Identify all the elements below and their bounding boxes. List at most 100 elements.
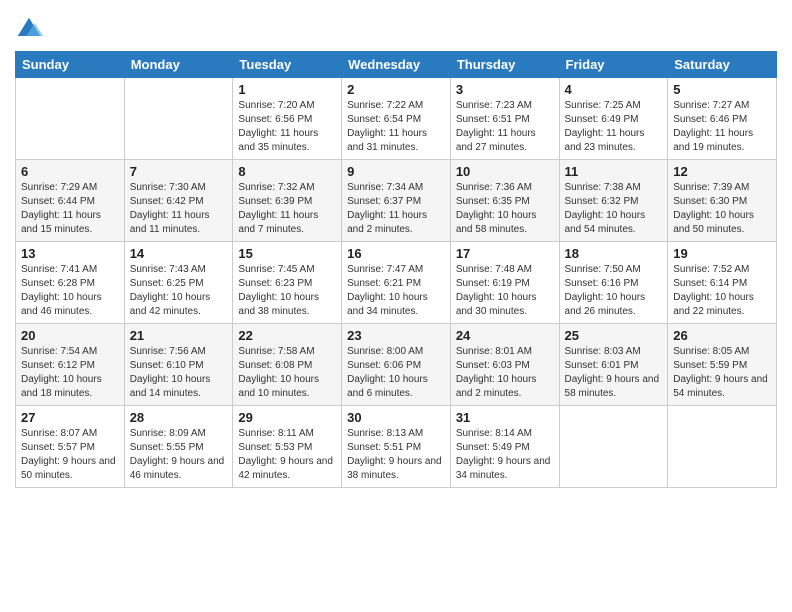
day-info: Sunrise: 8:07 AMSunset: 5:57 PMDaylight:… [21, 427, 119, 483]
day-info: Sunrise: 7:23 AMSunset: 6:51 PMDaylight:… [456, 99, 554, 155]
week-row-3: 13 Sunrise: 7:41 AMSunset: 6:28 PMDayligh… [16, 242, 777, 324]
day-number: 3 [456, 82, 554, 97]
header [15, 10, 777, 43]
day-info: Sunrise: 7:45 AMSunset: 6:23 PMDaylight:… [238, 263, 336, 319]
day-info: Sunrise: 7:39 AMSunset: 6:30 PMDaylight:… [673, 181, 771, 237]
day-info: Sunrise: 8:13 AMSunset: 5:51 PMDaylight:… [347, 427, 445, 483]
day-cell: 1 Sunrise: 7:20 AMSunset: 6:56 PMDaylight… [233, 78, 342, 160]
day-cell: 23 Sunrise: 8:00 AMSunset: 6:06 PMDayligh… [342, 324, 451, 406]
day-info: Sunrise: 8:14 AMSunset: 5:49 PMDaylight:… [456, 427, 554, 483]
day-info: Sunrise: 7:50 AMSunset: 6:16 PMDaylight:… [565, 263, 663, 319]
day-cell: 20 Sunrise: 7:54 AMSunset: 6:12 PMDayligh… [16, 324, 125, 406]
day-number: 8 [238, 164, 336, 179]
day-cell: 13 Sunrise: 7:41 AMSunset: 6:28 PMDayligh… [16, 242, 125, 324]
day-cell: 31Sunrise: 8:14 AMSunset: 5:49 PMDayligh… [450, 406, 559, 488]
day-info: Sunrise: 7:56 AMSunset: 6:10 PMDaylight:… [130, 345, 228, 401]
day-cell: 28 Sunrise: 8:09 AMSunset: 5:55 PMDayligh… [124, 406, 233, 488]
day-cell: 6 Sunrise: 7:29 AMSunset: 6:44 PMDaylight… [16, 160, 125, 242]
day-cell: 27 Sunrise: 8:07 AMSunset: 5:57 PMDayligh… [16, 406, 125, 488]
day-number: 18 [565, 246, 663, 261]
day-cell [668, 406, 777, 488]
day-info: Sunrise: 7:48 AMSunset: 6:19 PMDaylight:… [456, 263, 554, 319]
day-info: Sunrise: 7:38 AMSunset: 6:32 PMDaylight:… [565, 181, 663, 237]
day-info: Sunrise: 8:05 AMSunset: 5:59 PMDaylight:… [673, 345, 771, 401]
header-monday: Monday [124, 52, 233, 78]
day-cell: 5 Sunrise: 7:27 AMSunset: 6:46 PMDaylight… [668, 78, 777, 160]
day-cell: 14Sunrise: 7:43 AMSunset: 6:25 PMDayligh… [124, 242, 233, 324]
day-info: Sunrise: 7:27 AMSunset: 6:46 PMDaylight:… [673, 99, 771, 155]
day-number: 28 [130, 410, 228, 425]
header-thursday: Thursday [450, 52, 559, 78]
header-sunday: Sunday [16, 52, 125, 78]
day-info: Sunrise: 7:34 AMSunset: 6:37 PMDaylight:… [347, 181, 445, 237]
day-info: Sunrise: 8:01 AMSunset: 6:03 PMDaylight:… [456, 345, 554, 401]
day-cell: 12 Sunrise: 7:39 AMSunset: 6:30 PMDayligh… [668, 160, 777, 242]
day-number: 27 [21, 410, 119, 425]
header-friday: Friday [559, 52, 668, 78]
day-number: 17 [456, 246, 554, 261]
day-info: Sunrise: 7:25 AMSunset: 6:49 PMDaylight:… [565, 99, 663, 155]
day-number: 10 [456, 164, 554, 179]
week-row-2: 6 Sunrise: 7:29 AMSunset: 6:44 PMDaylight… [16, 160, 777, 242]
day-number: 16 [347, 246, 445, 261]
day-info: Sunrise: 7:54 AMSunset: 6:12 PMDaylight:… [21, 345, 119, 401]
day-cell: 26Sunrise: 8:05 AMSunset: 5:59 PMDayligh… [668, 324, 777, 406]
calendar-header-row: SundayMondayTuesdayWednesdayThursdayFrid… [16, 52, 777, 78]
day-cell: 22 Sunrise: 7:58 AMSunset: 6:08 PMDayligh… [233, 324, 342, 406]
day-info: Sunrise: 7:30 AMSunset: 6:42 PMDaylight:… [130, 181, 228, 237]
day-info: Sunrise: 7:52 AMSunset: 6:14 PMDaylight:… [673, 263, 771, 319]
day-number: 14 [130, 246, 228, 261]
logo-icon [15, 15, 43, 43]
header-tuesday: Tuesday [233, 52, 342, 78]
day-cell: 3 Sunrise: 7:23 AMSunset: 6:51 PMDaylight… [450, 78, 559, 160]
logo [15, 15, 47, 43]
day-cell: 17 Sunrise: 7:48 AMSunset: 6:19 PMDayligh… [450, 242, 559, 324]
day-number: 6 [21, 164, 119, 179]
page: SundayMondayTuesdayWednesdayThursdayFrid… [0, 0, 792, 612]
day-info: Sunrise: 7:36 AMSunset: 6:35 PMDaylight:… [456, 181, 554, 237]
day-number: 23 [347, 328, 445, 343]
day-info: Sunrise: 7:29 AMSunset: 6:44 PMDaylight:… [21, 181, 119, 237]
day-cell: 18 Sunrise: 7:50 AMSunset: 6:16 PMDayligh… [559, 242, 668, 324]
day-info: Sunrise: 8:03 AMSunset: 6:01 PMDaylight:… [565, 345, 663, 401]
header-saturday: Saturday [668, 52, 777, 78]
day-number: 12 [673, 164, 771, 179]
day-cell: 8Sunrise: 7:32 AMSunset: 6:39 PMDaylight… [233, 160, 342, 242]
day-cell: 4 Sunrise: 7:25 AMSunset: 6:49 PMDaylight… [559, 78, 668, 160]
day-number: 1 [238, 82, 336, 97]
day-number: 4 [565, 82, 663, 97]
day-info: Sunrise: 8:00 AMSunset: 6:06 PMDaylight:… [347, 345, 445, 401]
day-info: Sunrise: 7:41 AMSunset: 6:28 PMDaylight:… [21, 263, 119, 319]
day-cell [559, 406, 668, 488]
day-number: 9 [347, 164, 445, 179]
day-number: 29 [238, 410, 336, 425]
day-cell: 2Sunrise: 7:22 AMSunset: 6:54 PMDaylight… [342, 78, 451, 160]
day-cell: 7 Sunrise: 7:30 AMSunset: 6:42 PMDaylight… [124, 160, 233, 242]
day-cell: 21 Sunrise: 7:56 AMSunset: 6:10 PMDayligh… [124, 324, 233, 406]
calendar-table: SundayMondayTuesdayWednesdayThursdayFrid… [15, 51, 777, 488]
day-number: 15 [238, 246, 336, 261]
day-cell [16, 78, 125, 160]
day-info: Sunrise: 7:58 AMSunset: 6:08 PMDaylight:… [238, 345, 336, 401]
day-cell: 30Sunrise: 8:13 AMSunset: 5:51 PMDayligh… [342, 406, 451, 488]
week-row-1: 1 Sunrise: 7:20 AMSunset: 6:56 PMDaylight… [16, 78, 777, 160]
day-number: 22 [238, 328, 336, 343]
day-number: 11 [565, 164, 663, 179]
day-number: 21 [130, 328, 228, 343]
day-cell: 10 Sunrise: 7:36 AMSunset: 6:35 PMDayligh… [450, 160, 559, 242]
week-row-4: 20 Sunrise: 7:54 AMSunset: 6:12 PMDayligh… [16, 324, 777, 406]
day-info: Sunrise: 8:09 AMSunset: 5:55 PMDaylight:… [130, 427, 228, 483]
day-number: 20 [21, 328, 119, 343]
day-cell: 24Sunrise: 8:01 AMSunset: 6:03 PMDayligh… [450, 324, 559, 406]
day-cell: 25Sunrise: 8:03 AMSunset: 6:01 PMDayligh… [559, 324, 668, 406]
day-cell: 15 Sunrise: 7:45 AMSunset: 6:23 PMDayligh… [233, 242, 342, 324]
day-cell: 11 Sunrise: 7:38 AMSunset: 6:32 PMDayligh… [559, 160, 668, 242]
day-cell: 29Sunrise: 8:11 AMSunset: 5:53 PMDayligh… [233, 406, 342, 488]
day-number: 7 [130, 164, 228, 179]
day-number: 5 [673, 82, 771, 97]
day-cell: 19Sunrise: 7:52 AMSunset: 6:14 PMDayligh… [668, 242, 777, 324]
day-info: Sunrise: 7:20 AMSunset: 6:56 PMDaylight:… [238, 99, 336, 155]
day-cell: 9 Sunrise: 7:34 AMSunset: 6:37 PMDaylight… [342, 160, 451, 242]
day-number: 13 [21, 246, 119, 261]
week-row-5: 27 Sunrise: 8:07 AMSunset: 5:57 PMDayligh… [16, 406, 777, 488]
